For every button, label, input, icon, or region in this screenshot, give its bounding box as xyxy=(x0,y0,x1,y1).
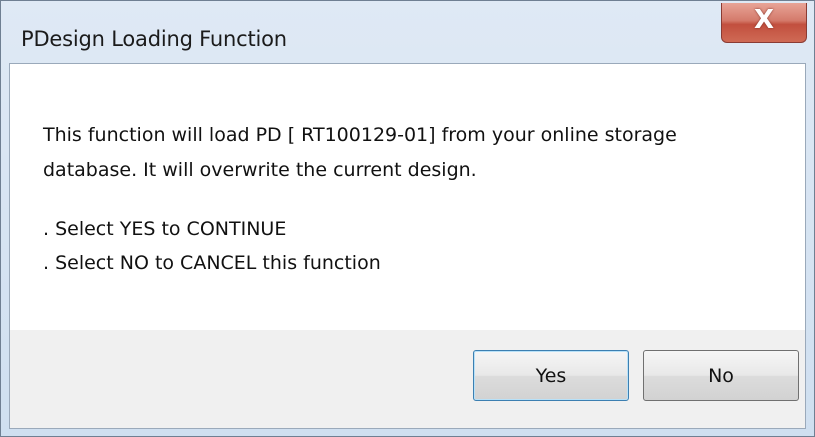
close-button[interactable]: X xyxy=(721,3,807,43)
no-button[interactable]: No xyxy=(643,350,799,401)
dialog-body: This function will load PD [ RT100129-01… xyxy=(9,63,806,429)
message-line-4: . Select NO to CANCEL this function xyxy=(43,252,381,274)
message-line-3: . Select YES to CONTINUE xyxy=(43,218,287,240)
title-bar: PDesign Loading Function X xyxy=(1,1,814,63)
close-icon: X xyxy=(754,5,775,35)
dialog-window: PDesign Loading Function X This function… xyxy=(0,0,815,437)
window-title: PDesign Loading Function xyxy=(21,27,287,51)
message-line-1: This function will load PD [ RT100129-01… xyxy=(43,124,677,146)
message-area: This function will load PD [ RT100129-01… xyxy=(10,64,805,330)
message-line-2: database. It will overwrite the current … xyxy=(43,159,477,181)
yes-button[interactable]: Yes xyxy=(473,350,629,401)
